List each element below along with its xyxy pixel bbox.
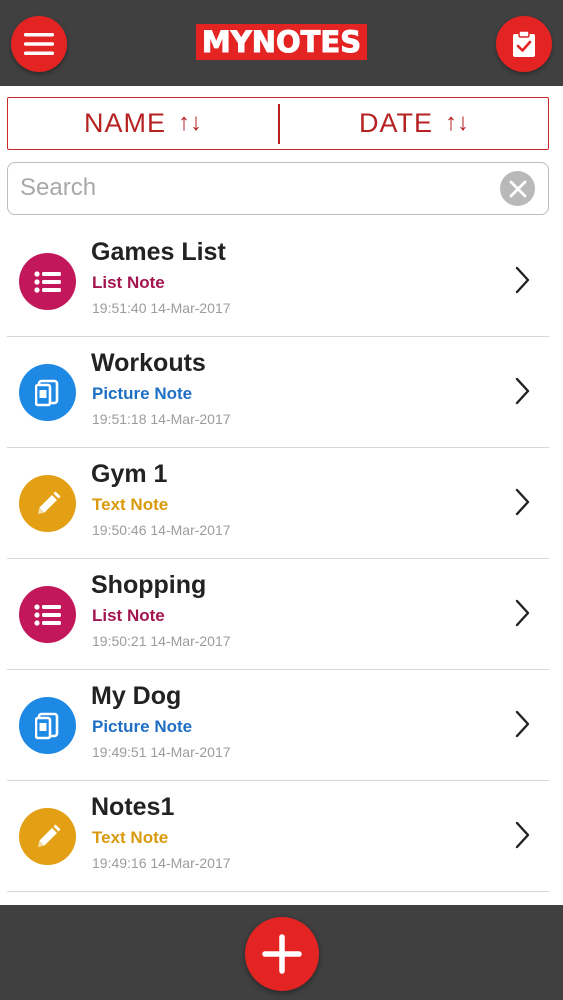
note-timestamp: 19:50:21 14-Mar-2017 <box>92 633 231 649</box>
row-divider <box>7 891 549 892</box>
sort-arrows-icon: ↑↓ <box>178 109 202 136</box>
close-icon <box>509 180 526 197</box>
plus-icon <box>262 934 302 974</box>
note-list-item[interactable]: Notes1 Text Note 19:49:16 14-Mar-2017 <box>0 781 563 892</box>
sort-arrows-icon: ↑↓ <box>445 109 469 136</box>
note-type-avatar <box>19 808 76 865</box>
note-title: Gym 1 <box>91 460 168 488</box>
picture-icon <box>34 379 58 406</box>
note-type-label: Picture Note <box>92 384 193 403</box>
pencil-icon <box>37 824 60 847</box>
hamburger-menu-icon <box>24 33 54 55</box>
note-timestamp: 19:51:18 14-Mar-2017 <box>92 411 231 427</box>
chevron-right-icon <box>515 266 530 294</box>
note-timestamp: 19:49:16 14-Mar-2017 <box>92 855 231 871</box>
note-list-item[interactable]: Gym 1 Text Note 19:50:46 14-Mar-2017 <box>0 448 563 559</box>
note-type-avatar <box>19 253 76 310</box>
note-type-avatar <box>19 586 76 643</box>
note-title: Games List <box>91 238 226 266</box>
note-timestamp: 19:51:40 14-Mar-2017 <box>92 300 231 316</box>
sort-by-name-button[interactable]: NAME ↑↓ <box>8 98 278 148</box>
note-type-label: Text Note <box>92 495 169 514</box>
note-timestamp: 19:49:51 14-Mar-2017 <box>92 744 231 760</box>
note-type-label: List Note <box>92 273 165 292</box>
app-logo-text: MYNOTES <box>201 25 362 60</box>
chevron-right-icon <box>515 488 530 516</box>
add-note-button[interactable] <box>245 917 319 991</box>
note-type-label: List Note <box>92 606 165 625</box>
chevron-right-icon <box>515 710 530 738</box>
note-type-avatar <box>19 475 76 532</box>
note-list-item[interactable]: Shopping List Note 19:50:21 14-Mar-2017 <box>0 559 563 670</box>
sort-by-name-label: NAME <box>83 107 166 138</box>
chevron-right-icon <box>515 821 530 849</box>
menu-button[interactable] <box>11 16 67 72</box>
chevron-right-icon <box>515 377 530 405</box>
note-title: Workouts <box>91 349 206 377</box>
chevron-right-icon <box>515 599 530 627</box>
sort-by-date-label: DATE <box>358 107 433 138</box>
note-type-avatar <box>19 697 76 754</box>
note-title: Notes1 <box>91 793 175 821</box>
sort-bar: NAME ↑↓ DATE ↑↓ <box>7 97 549 150</box>
clipboard-check-icon <box>513 30 535 57</box>
note-list-item[interactable]: Workouts Picture Note 19:51:18 14-Mar-20… <box>0 337 563 448</box>
clipboard-button[interactable] <box>496 16 552 72</box>
note-list-item[interactable]: My Dog Picture Note 19:49:51 14-Mar-2017 <box>0 670 563 781</box>
clear-search-button[interactable] <box>500 171 535 206</box>
note-title: Shopping <box>91 571 207 599</box>
sort-by-date-button[interactable]: DATE ↑↓ <box>280 98 548 148</box>
list-icon <box>33 270 61 293</box>
note-type-label: Text Note <box>92 828 169 847</box>
app-logo: MYNOTES <box>196 24 367 60</box>
note-type-avatar <box>19 364 76 421</box>
note-list-item[interactable]: Games List List Note 19:51:40 14-Mar-201… <box>0 226 563 337</box>
note-type-label: Picture Note <box>92 717 193 736</box>
note-timestamp: 19:50:46 14-Mar-2017 <box>92 522 231 538</box>
picture-icon <box>34 712 58 739</box>
search-input[interactable] <box>20 169 490 207</box>
list-icon <box>33 603 61 626</box>
note-title: My Dog <box>91 682 182 710</box>
notes-list: Games List List Note 19:51:40 14-Mar-201… <box>0 226 563 892</box>
pencil-icon <box>37 491 60 514</box>
search-box <box>7 162 549 215</box>
